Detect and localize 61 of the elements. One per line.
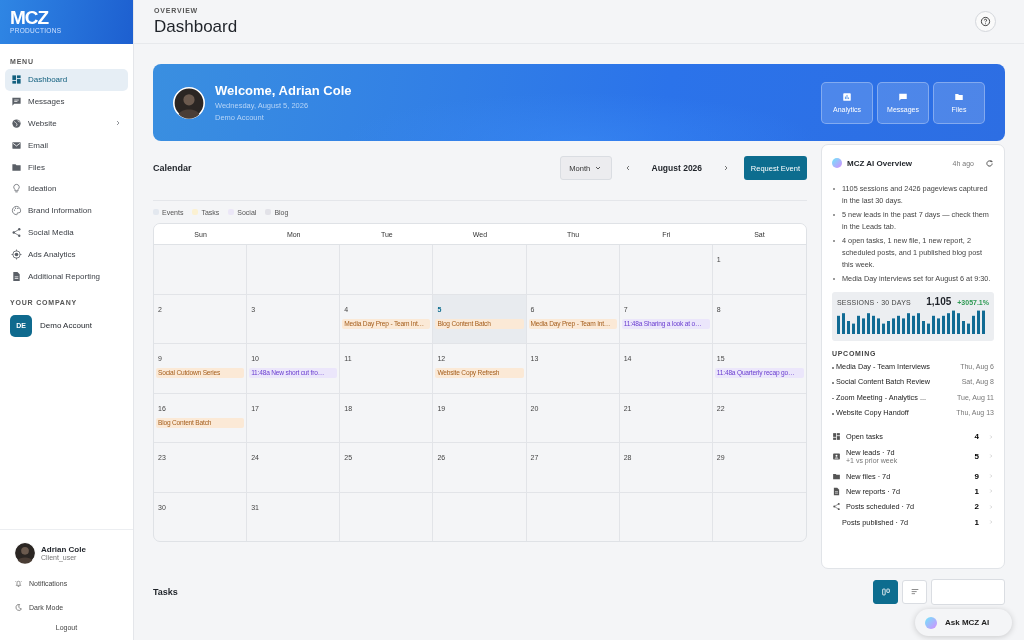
refresh-button[interactable] [985,158,994,168]
moon-icon [14,602,23,612]
message-icon [898,92,908,102]
bell-icon [14,578,23,588]
user-avatar [173,86,205,119]
chevron-right-icon [988,453,994,460]
help-icon [980,16,991,27]
sidebar-item[interactable]: Dashboard [5,69,128,91]
bar-chart-icon [842,92,852,102]
toolbar-button[interactable] [931,579,1005,605]
calendar-period: August 2026 [650,163,704,173]
overview-title: MCZ AI Overview [847,158,914,168]
gradient-orb-icon [925,616,937,629]
chevron-right-icon [988,503,994,510]
share-icon [832,502,841,512]
chevron-right-icon [988,488,994,495]
user-avatar [14,542,36,564]
user-name: Adrian Cole [41,545,86,554]
folder-icon [954,92,964,102]
dashboard-icon [832,432,841,442]
sidebar-item[interactable]: Website [5,112,128,135]
sidebar-item[interactable]: Ads Analytics [5,243,128,266]
chevron-right-icon [988,519,994,525]
sidebar-item[interactable]: Brand Information [5,199,128,222]
chevron-right-icon [114,119,122,128]
dashboard-icon [11,74,22,86]
logo-text: MCZ [10,9,49,27]
chevron-right-icon [988,433,994,440]
chevron-right-icon [988,473,994,480]
document-icon [11,270,22,282]
sessions-value: 1,105 [926,296,952,307]
calendar-title: Calendar [153,163,193,173]
folder-icon [832,471,841,481]
globe-icon [11,118,22,129]
document-icon [832,486,841,496]
sidebar-item[interactable]: Email [5,134,128,157]
message-icon [11,96,22,108]
company-name: Demo Account [40,321,93,331]
columns-icon [880,587,891,597]
sidebar-item[interactable]: Additional Reporting [5,265,128,287]
share-icon [11,226,22,238]
view-toggle[interactable] [873,580,898,604]
list-icon [909,587,920,597]
page-title: Dashboard [154,16,239,37]
target-icon [11,248,22,260]
gradient-orb-icon [832,158,842,168]
lightbulb-icon [11,183,22,195]
chevron-down-icon [594,164,603,172]
palette-icon [11,205,22,217]
sidebar-item[interactable]: Social Media [5,221,128,244]
refresh-icon [985,158,994,168]
sidebar-item[interactable]: Messages [5,90,128,113]
ask-ai-button[interactable]: Ask MCZ AI [915,609,1012,636]
sidebar-item[interactable]: Files [5,156,128,178]
welcome-title: Welcome, Adrian Cole [215,83,353,98]
envelope-icon [11,139,22,151]
folder-icon [11,161,22,173]
contact-card-icon [832,452,841,461]
help-button[interactable] [975,11,996,32]
tasks-title: Tasks [153,587,179,597]
sidebar-item[interactable]: Ideation [5,178,128,200]
